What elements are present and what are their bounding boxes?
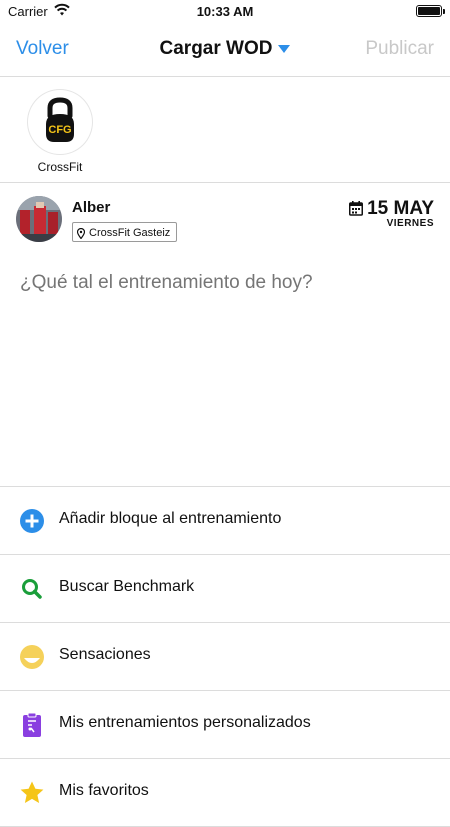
map-pin-icon [77,227,85,239]
menu-item-label: Mis entrenamientos personalizados [59,714,311,731]
feelings-item[interactable]: Sensaciones [0,623,450,691]
date-day: 15 MAY [367,198,434,219]
page-title: Cargar WOD [159,38,273,59]
menu-item-label: Añadir bloque al entrenamiento [59,510,282,527]
chevron-down-icon [278,44,291,53]
plus-circle-icon [20,509,44,533]
location-label: CrossFit Gasteiz [89,227,171,239]
options-menu: Añadir bloque al entrenamiento Buscar Be… [0,486,450,827]
favorites-item[interactable]: Mis favoritos [0,759,450,827]
user-name: Alber [72,199,111,216]
custom-workouts-item[interactable]: Mis entrenamientos personalizados [0,691,450,759]
search-icon [22,579,42,599]
clock: 10:33 AM [196,4,254,19]
clipboard-icon [23,712,41,737]
publish-button[interactable]: Publicar [365,38,434,60]
menu-item-label: Mis favoritos [59,782,149,799]
battery-tip [443,9,445,14]
location-button[interactable]: CrossFit Gasteiz [72,222,178,242]
star-icon [20,781,44,803]
kettlebell-icon: CFG [46,97,74,142]
status-bar: Carrier 10:33 AM [0,0,450,24]
face-icon [20,645,44,669]
navigation-bar: Volver Cargar WOD Publicar [0,24,450,77]
battery-icon [416,5,442,17]
gym-name[interactable]: CrossFit [20,160,100,174]
add-block-item[interactable]: Añadir bloque al entrenamiento [0,487,450,555]
svg-text:CFG: CFG [48,124,71,136]
gym-logo[interactable]: CFG [28,90,92,154]
menu-item-label: Buscar Benchmark [59,578,195,595]
menu-item-label: Sensaciones [59,646,151,663]
workout-text-input[interactable] [20,272,430,294]
avatar[interactable] [16,196,62,242]
calendar-icon [349,201,364,216]
gym-selector: CFG CrossFit [0,77,450,183]
search-benchmark-item[interactable]: Buscar Benchmark [0,555,450,623]
date-picker[interactable]: 15 MAY VIERNES [349,198,434,229]
